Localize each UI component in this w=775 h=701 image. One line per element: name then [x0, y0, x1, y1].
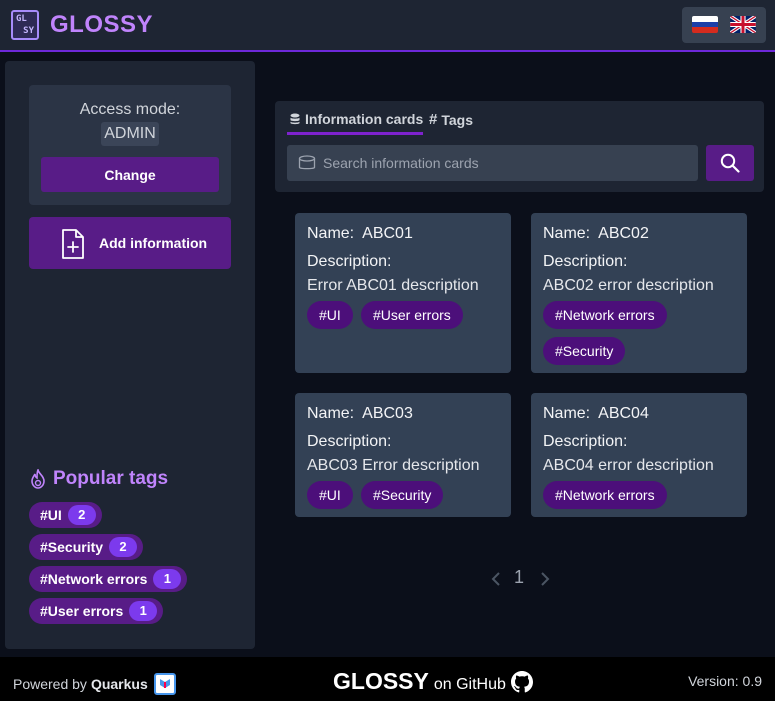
search-panel: Information cards # Tags — [275, 101, 764, 192]
tag-count-badge: 1 — [129, 601, 158, 621]
card-description: Error ABC01 description — [307, 277, 479, 294]
card-description-label: Description: — [307, 253, 392, 270]
add-information-label: Add information — [99, 235, 208, 251]
add-document-icon — [62, 229, 84, 259]
sidebar: Access mode: ADMIN Change Add informatio… — [5, 61, 255, 649]
information-card[interactable]: Name: ABC02 Description: ABC02 error des… — [531, 213, 747, 373]
tab-information-cards[interactable]: Information cards — [289, 111, 423, 127]
access-mode-label: Access mode: — [79, 101, 181, 118]
search-icon — [720, 153, 740, 173]
current-page[interactable]: 1 — [514, 567, 524, 588]
card-description: ABC04 error description — [543, 457, 714, 474]
russia-flag-icon[interactable] — [692, 16, 718, 33]
card-description-label: Description: — [307, 433, 392, 450]
footer: Powered by Quarkus GLOSSY on GitHub Vers… — [0, 657, 775, 701]
search-input[interactable] — [323, 145, 693, 181]
search-field[interactable] — [287, 145, 698, 181]
chevron-left-icon[interactable] — [490, 571, 502, 587]
brand-title[interactable]: GLOSSY — [50, 11, 153, 39]
database-icon — [298, 155, 316, 170]
tab-label: Information cards — [305, 111, 424, 127]
logo-letter: GL — [16, 14, 27, 24]
card-tag[interactable]: #UI — [307, 301, 353, 329]
change-access-button[interactable]: Change — [41, 157, 219, 192]
tag-count-badge: 2 — [67, 505, 96, 525]
card-description-label: Description: — [543, 433, 628, 450]
information-card[interactable]: Name: ABC01 Description: Error ABC01 des… — [295, 213, 511, 373]
tag-label: #Network errors — [40, 571, 148, 587]
card-tag[interactable]: #Network errors — [543, 481, 667, 509]
card-tag[interactable]: #Security — [361, 481, 444, 509]
tag-count-badge: 1 — [153, 569, 182, 589]
card-description: ABC02 error description — [543, 277, 714, 294]
popular-tag-security[interactable]: #Security 2 — [29, 534, 144, 560]
access-mode-value: ADMIN — [101, 122, 159, 146]
card-name: Name: ABC01 — [307, 225, 413, 242]
popular-tag-network-errors[interactable]: #Network errors 1 — [29, 566, 188, 592]
card-description-label: Description: — [543, 253, 628, 270]
card-description: ABC03 Error description — [307, 457, 480, 474]
language-switcher — [682, 7, 766, 43]
card-name: Name: ABC03 — [307, 405, 413, 422]
popular-tag-ui[interactable]: #UI 2 — [29, 502, 102, 528]
tag-label: #Security — [40, 539, 104, 555]
database-icon — [290, 113, 300, 125]
powered-by-prefix: Powered by — [13, 676, 87, 692]
search-button[interactable] — [706, 145, 754, 181]
tag-label: #UI — [40, 507, 62, 523]
card-name: Name: ABC02 — [543, 225, 649, 242]
footer-brand: GLOSSY — [333, 668, 429, 694]
popular-tags-heading: Popular tags — [29, 468, 168, 490]
powered-by: Powered by Quarkus — [13, 673, 176, 695]
app-header: GL SY GLOSSY — [0, 0, 775, 52]
quarkus-link[interactable]: Quarkus — [91, 676, 148, 692]
card-tag[interactable]: #User errors — [361, 301, 463, 329]
github-text: on GitHub — [433, 676, 506, 693]
github-icon — [510, 670, 533, 692]
active-tab-indicator — [287, 132, 423, 135]
tab-label: Tags — [441, 111, 473, 128]
logo-icon[interactable]: GL SY — [11, 10, 39, 40]
logo-letter: SY — [23, 26, 34, 36]
github-link[interactable]: GLOSSY on GitHub — [333, 668, 533, 695]
uk-flag-icon[interactable] — [730, 16, 756, 33]
tag-count-badge: 2 — [109, 537, 138, 557]
hash-icon: # — [429, 111, 438, 128]
information-card[interactable]: Name: ABC03 Description: ABC03 Error des… — [295, 393, 511, 517]
card-tag[interactable]: #Network errors — [543, 301, 667, 329]
fire-icon — [31, 469, 45, 489]
tab-tags[interactable]: # Tags — [429, 111, 473, 128]
tag-label: #User errors — [40, 603, 124, 619]
card-tag[interactable]: #Security — [543, 337, 626, 365]
access-mode-card: Access mode: ADMIN Change — [29, 85, 231, 205]
card-name: Name: ABC04 — [543, 405, 649, 422]
add-information-button[interactable]: Add information — [29, 217, 231, 269]
popular-tag-user-errors[interactable]: #User errors 1 — [29, 598, 164, 624]
popular-tags-title: Popular tags — [53, 468, 169, 489]
chevron-right-icon[interactable] — [539, 571, 551, 587]
quarkus-icon[interactable] — [153, 673, 176, 695]
card-tag[interactable]: #UI — [307, 481, 353, 509]
information-card[interactable]: Name: ABC04 Description: ABC04 error des… — [531, 393, 747, 517]
version-label: Version: 0.9 — [688, 673, 762, 689]
